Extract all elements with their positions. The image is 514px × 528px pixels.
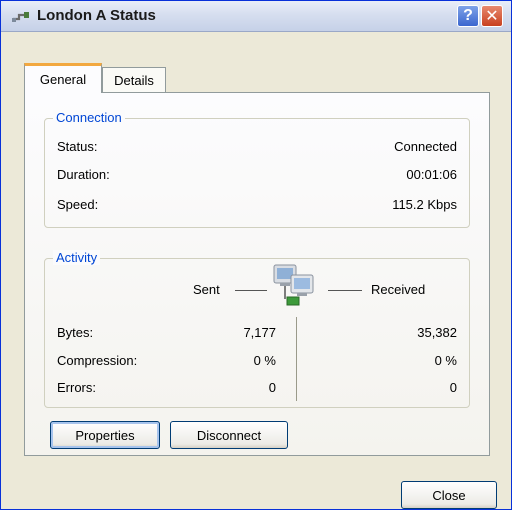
general-tab-panel: Connection Status: Connected Duration: 0… bbox=[24, 92, 490, 456]
tab-general[interactable]: General bbox=[24, 63, 102, 93]
tab-details-label: Details bbox=[114, 73, 154, 88]
bytes-label: Bytes: bbox=[57, 325, 94, 340]
tab-general-label: General bbox=[39, 72, 87, 87]
tab-details[interactable]: Details bbox=[102, 67, 166, 93]
speed-value: 115.2 Kbps bbox=[392, 197, 457, 212]
duration-value: 00:01:06 bbox=[406, 167, 457, 182]
title-close-button[interactable]: ✕ bbox=[481, 5, 503, 27]
activity-group: Activity Sent Received Bytes: 7,177 35,3… bbox=[44, 250, 470, 408]
status-label: Status: bbox=[57, 139, 98, 154]
network-computers-icon bbox=[271, 263, 321, 309]
activity-legend: Activity bbox=[53, 250, 101, 265]
duration-label: Duration: bbox=[57, 167, 110, 182]
help-icon: ? bbox=[463, 7, 473, 24]
sent-header: Sent bbox=[193, 282, 220, 297]
status-value: Connected bbox=[394, 139, 457, 154]
compression-sent-value: 0 % bbox=[253, 353, 276, 368]
speed-label: Speed: bbox=[57, 197, 99, 212]
connection-icon bbox=[11, 7, 31, 25]
compression-received-value: 0 % bbox=[434, 353, 457, 368]
connection-legend: Connection bbox=[53, 110, 125, 125]
bytes-received-value: 35,382 bbox=[417, 325, 457, 340]
connection-group: Connection Status: Connected Duration: 0… bbox=[44, 110, 470, 228]
compression-label: Compression: bbox=[57, 353, 138, 368]
received-connector-line bbox=[328, 290, 362, 291]
close-button[interactable]: Close bbox=[401, 481, 497, 509]
bytes-sent-value: 7,177 bbox=[243, 325, 276, 340]
close-icon: ✕ bbox=[485, 8, 499, 25]
disconnect-button[interactable]: Disconnect bbox=[170, 421, 288, 449]
errors-sent-value: 0 bbox=[268, 380, 276, 395]
help-button[interactable]: ? bbox=[457, 5, 479, 27]
received-header: Received bbox=[371, 282, 426, 297]
title-bar[interactable]: London A Status ? ✕ bbox=[1, 1, 511, 32]
window-title: London A Status bbox=[37, 7, 156, 24]
errors-label: Errors: bbox=[57, 380, 96, 395]
errors-received-value: 0 bbox=[449, 380, 457, 395]
activity-divider bbox=[296, 317, 297, 401]
status-dialog: London A Status ? ✕ General Details Conn… bbox=[0, 0, 512, 510]
properties-button[interactable]: Properties bbox=[50, 421, 160, 449]
sent-connector-line bbox=[235, 290, 267, 291]
